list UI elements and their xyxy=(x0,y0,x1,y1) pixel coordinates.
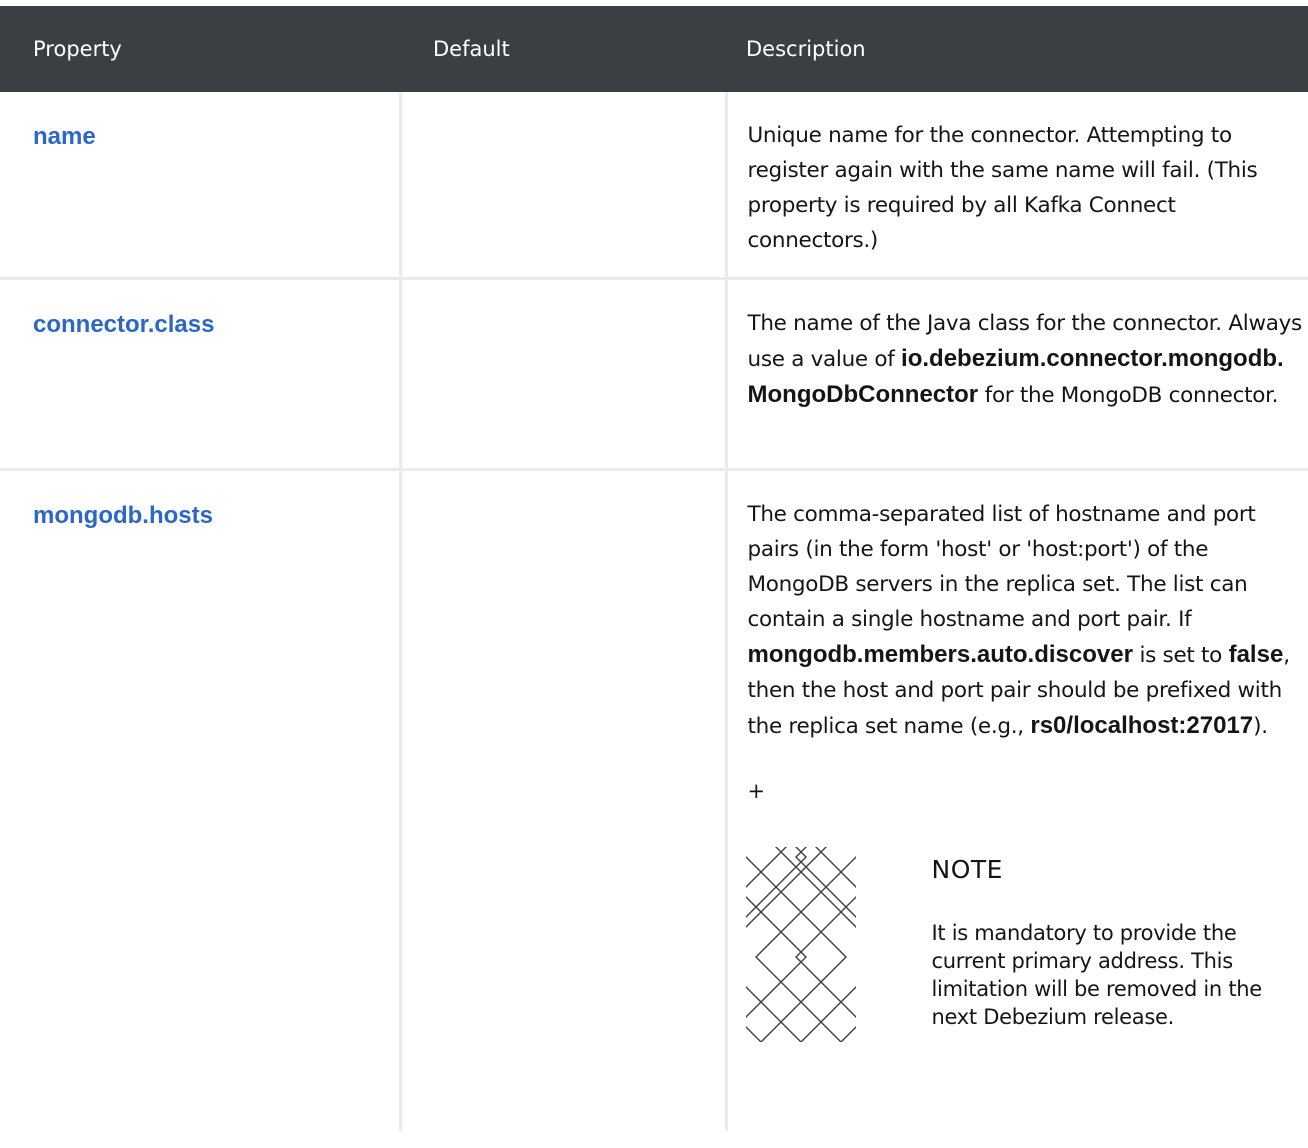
description-text-post: for the MongoDB connector. xyxy=(984,383,1279,408)
property-link-mongodb-hosts[interactable]: mongodb.hosts xyxy=(33,502,213,530)
property-cell: mongodb.hosts xyxy=(0,470,400,1132)
description-text: The name of the Java class for the conne… xyxy=(748,306,1303,413)
description-part-4: ). xyxy=(1253,714,1268,739)
description-cell: The comma-separated list of hostname and… xyxy=(724,469,1308,1131)
description-part-1: The comma-separated list of hostname and… xyxy=(747,502,1256,632)
description-text: Unique name for the connector. Attemptin… xyxy=(747,123,1258,253)
table-row: mongodb.hosts The comma-separated list o… xyxy=(0,469,1308,1132)
header-description: Description xyxy=(726,6,1308,92)
default-cell xyxy=(398,469,726,1131)
description-part-2: is set to xyxy=(1139,643,1223,668)
table-row: connector.class The name of the Java cla… xyxy=(0,278,1308,471)
note-admonition: NOTE It is mandatory to provide the curr… xyxy=(745,847,1308,1047)
note-title: NOTE xyxy=(931,855,1003,884)
example-host-value: rs0/localhost:27017 xyxy=(1030,712,1254,739)
false-value: false xyxy=(1228,641,1284,668)
property-link-name[interactable]: name xyxy=(33,123,96,151)
table-header: Property Default Description xyxy=(0,6,1308,92)
description-cell: Unique name for the connector. Attemptin… xyxy=(724,92,1308,280)
header-property: Property xyxy=(0,6,400,92)
header-row: Property Default Description xyxy=(0,6,1308,92)
note-pattern-icon xyxy=(745,847,856,1042)
header-default: Default xyxy=(400,6,726,92)
property-link-connector-class[interactable]: connector.class xyxy=(33,311,214,339)
plus-sign: + xyxy=(747,779,766,803)
auto-discover-property: mongodb.members.auto.discover xyxy=(747,641,1133,668)
description-text: The comma-separated list of hostname and… xyxy=(748,497,1303,744)
default-cell xyxy=(398,278,726,471)
property-cell: name xyxy=(0,92,400,280)
table-row: name Unique name for the connector. Atte… xyxy=(0,92,1308,280)
description-cell: The name of the Java class for the conne… xyxy=(724,278,1308,471)
note-body: It is mandatory to provide the current p… xyxy=(931,921,1263,1029)
property-cell: connector.class xyxy=(0,278,400,471)
default-cell xyxy=(398,92,726,280)
page: Property Default Description name Unique… xyxy=(0,0,1308,1148)
properties-table: Property Default Description name Unique… xyxy=(0,6,1308,1131)
